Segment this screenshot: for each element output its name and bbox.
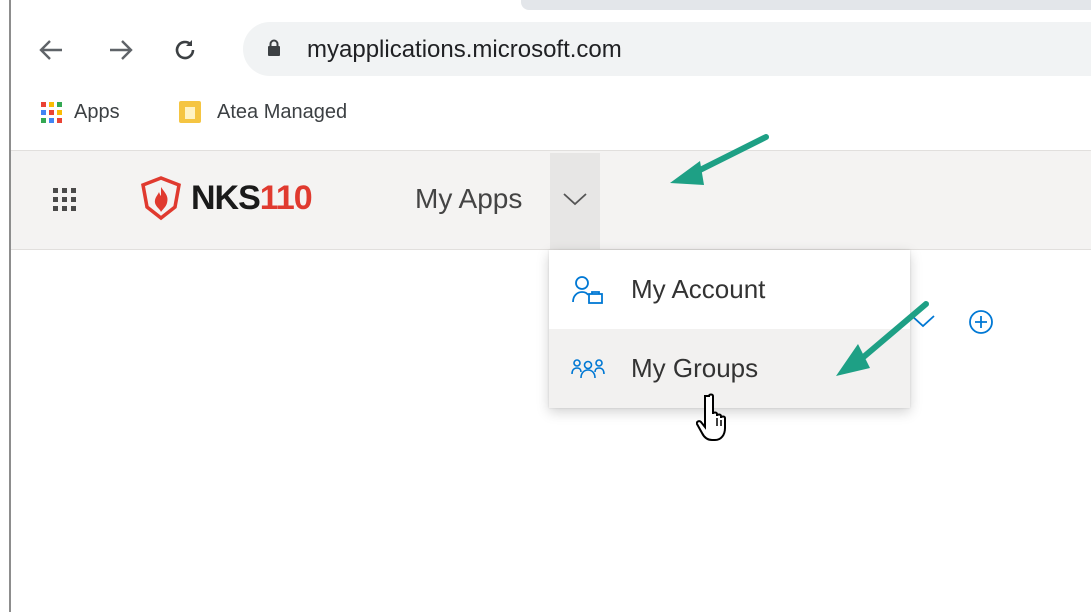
browser-chrome: myapplications.microsoft.com Apps Atea M… bbox=[11, 0, 1091, 150]
url-text: myapplications.microsoft.com bbox=[307, 36, 622, 63]
forward-button[interactable] bbox=[103, 30, 139, 70]
back-button[interactable] bbox=[33, 30, 69, 70]
chevron-down-icon bbox=[563, 193, 587, 206]
company-logo: NKS110 bbox=[139, 175, 313, 221]
lock-icon bbox=[268, 39, 280, 56]
app-launcher-icon[interactable] bbox=[53, 188, 76, 211]
bookmark-atea-managed[interactable]: Atea Managed bbox=[179, 92, 347, 132]
forward-arrow-icon bbox=[110, 40, 133, 60]
bookmark-apps[interactable]: Apps bbox=[41, 92, 120, 132]
shield-flame-icon bbox=[141, 176, 181, 221]
app-header: NKS110 My Apps bbox=[11, 150, 1091, 250]
folder-icon bbox=[179, 101, 201, 123]
menu-item-label: My Groups bbox=[631, 353, 759, 383]
add-circle-icon[interactable] bbox=[966, 307, 996, 337]
address-bar[interactable]: myapplications.microsoft.com bbox=[243, 22, 1091, 76]
groups-icon bbox=[571, 358, 605, 378]
hand-cursor-icon bbox=[696, 393, 726, 441]
my-apps-title: My Apps bbox=[415, 183, 523, 214]
bookmarks-bar: Apps Atea Managed bbox=[11, 92, 1091, 132]
logo-text: NKS110 bbox=[191, 178, 313, 217]
menu-item-label: My Account bbox=[631, 274, 766, 304]
window-edge bbox=[0, 0, 11, 612]
account-icon bbox=[572, 275, 603, 304]
reload-button[interactable] bbox=[167, 30, 203, 70]
tab-strip bbox=[521, 0, 1091, 10]
annotation-arrow bbox=[670, 134, 769, 185]
back-arrow-icon bbox=[39, 40, 62, 60]
bookmark-label: Apps bbox=[74, 100, 120, 123]
bookmark-label: Atea Managed bbox=[217, 100, 348, 123]
reload-icon bbox=[175, 40, 195, 60]
annotation-arrow bbox=[836, 301, 929, 376]
apps-grid-icon bbox=[41, 101, 62, 123]
